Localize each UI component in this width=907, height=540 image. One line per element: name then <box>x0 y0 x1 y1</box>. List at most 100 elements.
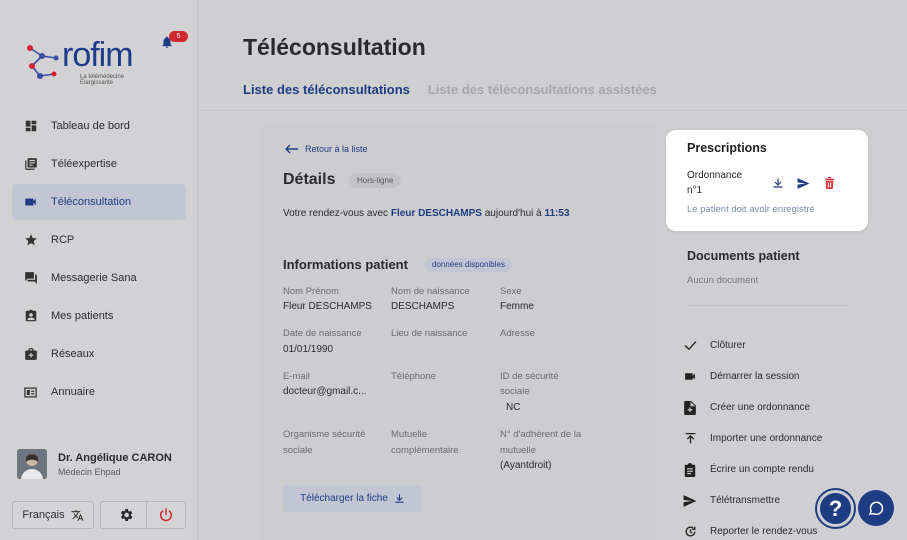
send-icon[interactable] <box>797 178 810 189</box>
field-value-nom-prenom: Fleur DESCHAMPS <box>283 301 372 312</box>
appointment-summary: Votre rendez-vous avec Fleur DESCHAMPS a… <box>283 208 570 219</box>
documents-empty-text: Aucun document <box>687 275 759 286</box>
sidebar-item-label: Tableau de bord <box>51 120 130 132</box>
sidebar-item-annuaire[interactable]: Annuaire <box>12 374 186 410</box>
field-value-sexe: Femme <box>500 301 534 312</box>
actions-list: Clôturer Démarrer la session Créer une o… <box>683 330 822 540</box>
sidebar-item-mes-patients[interactable]: Mes patients <box>12 298 186 334</box>
tab-liste-teleconsultations[interactable]: Liste des téléconsultations <box>243 82 410 104</box>
rdv-prefix: Votre rendez-vous avec <box>283 208 391 219</box>
field-label-adherent-1: N° d'adhérent de la <box>500 429 582 440</box>
back-to-list-link[interactable]: Retour à la liste <box>285 144 368 154</box>
notification-count-badge: 5 <box>169 31 188 42</box>
field-label-lieu-naissance: Lieu de naissance <box>391 328 468 339</box>
prescription-item[interactable]: Ordonnance n°1 <box>687 168 757 198</box>
action-ecrire-compte-rendu[interactable]: Écrire un compte rendu <box>683 454 822 485</box>
sidebar-item-label: Annuaire <box>51 386 96 398</box>
action-creer-ordonnance[interactable]: Créer une ordonnance <box>683 392 822 423</box>
patient-info-title: Informations patient <box>283 257 408 272</box>
chat-support-button[interactable] <box>858 490 894 526</box>
action-label: Démarrer la session <box>710 371 800 382</box>
contact-card-icon <box>23 385 38 400</box>
action-teletransmettre[interactable]: Télétransmettre <box>683 485 822 516</box>
dashboard-icon <box>23 119 38 134</box>
tab-liste-teleconsultations-assistees[interactable]: Liste des téléconsultations assistées <box>428 82 657 104</box>
prescription-name: Ordonnance <box>687 170 743 181</box>
sidebar-item-tableau-de-bord[interactable]: Tableau de bord <box>12 108 186 144</box>
add-document-icon <box>683 400 697 415</box>
field-label-mutuelle-2: complémentaire <box>391 445 459 456</box>
upload-icon <box>683 432 697 446</box>
action-demarrer-session[interactable]: Démarrer la session <box>683 361 822 392</box>
sidebar-item-label: Mes patients <box>51 310 114 322</box>
rofim-logo[interactable]: rofim La télémédecine Élargissante <box>22 36 134 86</box>
settings-button[interactable] <box>100 501 152 529</box>
field-label-adresse: Adresse <box>500 328 535 339</box>
rdv-time: 11:53 <box>544 208 570 219</box>
sidebar-item-teleconsultation[interactable]: Téléconsultation <box>12 184 186 220</box>
download-icon[interactable] <box>772 177 784 189</box>
field-label-sexe: Sexe <box>500 286 522 297</box>
action-cloturer[interactable]: Clôturer <box>683 330 822 361</box>
sidebar-item-messagerie-sana[interactable]: Messagerie Sana <box>12 260 186 296</box>
help-button[interactable]: ? <box>817 490 854 527</box>
user-role: Médecin Ehpad <box>58 467 121 477</box>
details-title: Détails <box>283 171 336 188</box>
field-label-date-naissance: Date de naissance <box>283 328 362 339</box>
logout-button[interactable] <box>146 501 186 529</box>
status-badge: Hors-ligne <box>349 173 402 188</box>
sidebar-item-rcp[interactable]: RCP <box>12 222 186 258</box>
user-profile[interactable]: Dr. Angélique CARON Médecin Ehpad <box>17 449 187 481</box>
clipboard-icon <box>683 462 697 477</box>
back-label: Retour à la liste <box>305 144 368 154</box>
prescriptions-card: Prescriptions Ordonnance n°1 Le patient … <box>666 130 868 231</box>
arrow-left-icon <box>285 144 298 154</box>
check-icon <box>683 339 697 353</box>
field-label-secu-id-1: ID de sécurité <box>500 371 559 382</box>
language-button[interactable]: Français <box>12 501 94 529</box>
action-label: Clôturer <box>710 340 746 351</box>
sidebar-item-label: Téléexpertise <box>51 158 118 170</box>
main-nav: Tableau de bord Téléexpertise Téléconsul… <box>12 108 186 412</box>
action-label: Importer une ordonnance <box>710 433 823 444</box>
logo-subtitle: La télémédecine Élargissante <box>80 74 125 86</box>
sidebar: rofim La télémédecine Élargissante 5 Tab… <box>0 0 198 540</box>
action-label: Reporter le rendez-vous <box>710 526 818 537</box>
download-sheet-button[interactable]: Télécharger la fiche <box>283 485 422 512</box>
videocam-icon <box>683 370 697 384</box>
data-available-badge: données disponibles <box>425 258 512 272</box>
patient-badge-icon <box>23 309 38 324</box>
prescription-note: Le patient doit avoir enregistré <box>687 204 815 215</box>
documents-divider <box>687 305 847 306</box>
delete-icon[interactable] <box>824 177 835 189</box>
sidebar-item-label: Messagerie Sana <box>51 272 137 284</box>
prescriptions-title: Prescriptions <box>687 141 767 155</box>
field-label-telephone: Téléphone <box>391 371 436 382</box>
medical-bag-icon <box>23 347 38 362</box>
field-label-nom-prenom: Nom Prénom <box>283 286 339 297</box>
prescription-number: n°1 <box>687 185 703 196</box>
field-value-adherent: (Ayantdroit) <box>500 460 552 471</box>
field-label-organisme-2: sociale <box>283 445 313 456</box>
action-reporter-rdv[interactable]: Reporter le rendez-vous <box>683 516 822 540</box>
page-title: Téléconsultation <box>243 34 426 60</box>
field-label-nom-naissance: Nom de naissance <box>391 286 470 297</box>
action-importer-ordonnance[interactable]: Importer une ordonnance <box>683 423 822 454</box>
field-label-organisme-1: Organisme sécurité <box>283 429 366 440</box>
reschedule-icon <box>683 525 697 539</box>
language-label: Français <box>22 509 65 521</box>
action-label: Créer une ordonnance <box>710 402 811 413</box>
tab-bar: Liste des téléconsultations Liste des té… <box>243 82 657 104</box>
sidebar-item-label: RCP <box>51 234 75 246</box>
action-label: Télétransmettre <box>710 495 781 506</box>
field-label-adherent-2: mutuelle <box>500 445 536 456</box>
sidebar-item-teleexpertise[interactable]: Téléexpertise <box>12 146 186 182</box>
star-icon <box>23 233 38 248</box>
sidebar-item-reseaux[interactable]: Réseaux <box>12 336 186 372</box>
action-label: Écrire un compte rendu <box>710 464 814 475</box>
field-value-email: docteur@gmail.c... <box>283 386 367 397</box>
avatar <box>17 449 47 479</box>
sidebar-item-label: Réseaux <box>51 348 95 360</box>
rdv-patient-name: Fleur DESCHAMPS <box>390 208 482 219</box>
field-label-email: E-mail <box>283 371 310 382</box>
